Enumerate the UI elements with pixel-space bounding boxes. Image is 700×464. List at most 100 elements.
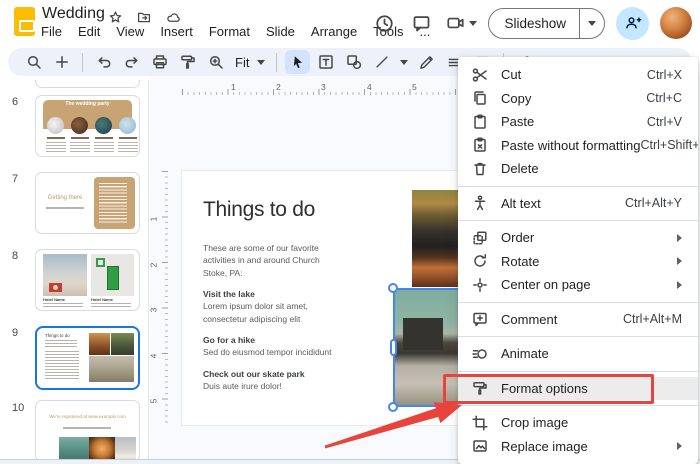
menu-edit[interactable]: Edit <box>78 24 100 39</box>
slide-thumbnail-5-partial[interactable] <box>35 80 140 88</box>
slides-logo-icon[interactable] <box>14 7 35 36</box>
slideshow-button[interactable]: Slideshow <box>489 9 579 38</box>
scribble-tool-button[interactable] <box>414 50 439 74</box>
zoom-button[interactable] <box>203 50 228 74</box>
menu-item-shortcut: Ctrl+C <box>646 91 682 106</box>
menu-item-cut[interactable]: Cut Ctrl+X <box>458 63 698 87</box>
menu-item-comment[interactable]: Comment Ctrl+Alt+M <box>458 308 698 332</box>
share-button[interactable] <box>616 6 649 40</box>
menu-item-copy[interactable]: Copy Ctrl+C <box>458 87 698 111</box>
zoom-fit-select[interactable]: Fit <box>231 55 251 70</box>
redo-button[interactable] <box>119 50 144 74</box>
menu-item-label: Paste without formatting <box>501 137 641 153</box>
menu-item-delete[interactable]: Delete <box>458 157 698 181</box>
text-placeholder <box>45 351 79 379</box>
slide-number-10: 10 <box>12 402 25 414</box>
section-heading: Check out our skate park <box>203 368 305 379</box>
menu-item-replace-image[interactable]: Replace image <box>458 435 698 459</box>
text-placeholder <box>45 340 77 348</box>
menu-item-label: Rotate <box>501 253 540 269</box>
star-icon[interactable] <box>108 10 123 25</box>
slide-number-9: 9 <box>12 327 19 339</box>
trees-photo <box>111 333 134 355</box>
menu-separator <box>458 405 698 406</box>
text-placeholder <box>46 207 84 209</box>
slide-thumbnail-7[interactable]: Getting there <box>35 172 140 234</box>
menu-item-shortcut: Ctrl+V <box>646 114 682 129</box>
section-body: Duis aute irure dolor! <box>203 380 282 391</box>
menu-item-center-on-page[interactable]: Center on page <box>458 273 698 297</box>
text-box-icon <box>319 55 333 69</box>
thumb10-title: We're registered at www.example.com <box>49 414 126 419</box>
print-button[interactable] <box>147 50 172 74</box>
menu-file[interactable]: File <box>41 24 62 39</box>
menu-item-shortcut: Ctrl+Alt+Y <box>625 196 682 211</box>
slide-number-7: 7 <box>12 173 19 185</box>
hotel-caption: Hotel Name <box>91 297 114 302</box>
meet-button[interactable] <box>445 13 478 33</box>
menu-item-paste[interactable]: Paste Ctrl+V <box>458 110 698 134</box>
slide-body-text[interactable]: These are some of our favorite activitie… <box>203 242 335 392</box>
menu-item-label: Replace image <box>501 438 588 454</box>
line-dropdown-icon[interactable] <box>397 59 411 65</box>
menu-item-crop-image[interactable]: Crop image <box>458 411 698 435</box>
menu-separator <box>458 220 698 221</box>
submenu-arrow-icon <box>677 233 682 242</box>
slideshow-dropdown[interactable] <box>579 8 604 38</box>
accessibility-icon <box>471 194 489 212</box>
slide-thumbnail-8[interactable]: Hotel Name Hotel Name <box>35 249 140 311</box>
section-body: Sed do eiusmod tempor incididunt <box>203 347 332 358</box>
selection-handle-top-left[interactable] <box>388 283 398 293</box>
move-folder-icon[interactable] <box>136 10 152 25</box>
menu-item-label: Cut <box>501 67 522 83</box>
copy-icon <box>471 89 489 107</box>
menu-view[interactable]: View <box>116 24 144 39</box>
slide-title[interactable]: Things to do <box>203 198 315 222</box>
menu-format[interactable]: Format <box>209 24 250 39</box>
menu-item-animate[interactable]: Animate <box>458 342 698 366</box>
account-avatar[interactable] <box>660 7 692 39</box>
text-placeholder <box>70 142 90 152</box>
document-title[interactable]: Wedding <box>42 5 105 23</box>
section-heading: Go for a hike <box>203 334 255 345</box>
menu-insert[interactable]: Insert <box>160 24 193 39</box>
cursor-icon <box>293 56 302 69</box>
person-add-icon <box>625 17 641 29</box>
comment-history-icon[interactable] <box>408 10 434 36</box>
version-history-icon[interactable] <box>371 10 397 36</box>
annotation-arrow <box>324 402 462 449</box>
submenu-arrow-icon <box>677 442 682 451</box>
menu-item-rotate[interactable]: Rotate <box>458 250 698 274</box>
shapes-icon <box>347 55 362 70</box>
menu-item-paste-without-formatting[interactable]: Paste without formatting Ctrl+Shift+V <box>458 134 698 158</box>
text-placeholder <box>94 142 114 152</box>
shape-tool-button[interactable] <box>341 50 366 74</box>
clipboard-x-icon <box>471 136 489 154</box>
search-menus-button[interactable] <box>21 50 46 74</box>
menu-item-label: Animate <box>501 346 549 362</box>
selection-handle-middle-left[interactable] <box>390 339 397 356</box>
building-photo <box>115 437 136 460</box>
text-box-button[interactable] <box>313 50 338 74</box>
cloud-status-icon[interactable] <box>165 10 182 25</box>
paint-roller-icon <box>180 55 195 69</box>
new-slide-button[interactable] <box>49 50 74 74</box>
line-tool-button[interactable] <box>369 50 394 74</box>
menu-slide[interactable]: Slide <box>266 24 295 39</box>
fit-dropdown-icon[interactable] <box>254 59 268 65</box>
slide-thumbnail-10[interactable]: We're registered at www.example.com <box>35 400 140 460</box>
undo-button[interactable] <box>91 50 116 74</box>
order-icon <box>471 229 489 247</box>
pen-icon <box>420 55 434 69</box>
slide-thumbnail-9-selected[interactable]: Things to do <box>35 326 140 390</box>
menu-item-order[interactable]: Order <box>458 226 698 250</box>
print-icon <box>152 55 167 69</box>
menu-arrange[interactable]: Arrange <box>311 24 357 39</box>
menu-item-alt-text[interactable]: Alt text Ctrl+Alt+Y <box>458 192 698 216</box>
slide-thumbnail-6[interactable]: The wedding party <box>35 95 140 157</box>
submenu-arrow-icon <box>677 280 682 289</box>
menu-item-label: Alt text <box>501 195 541 211</box>
menu-item-shortcut: Ctrl+Alt+M <box>622 312 682 327</box>
select-tool-button[interactable] <box>285 50 311 74</box>
paint-format-button[interactable] <box>175 50 200 74</box>
